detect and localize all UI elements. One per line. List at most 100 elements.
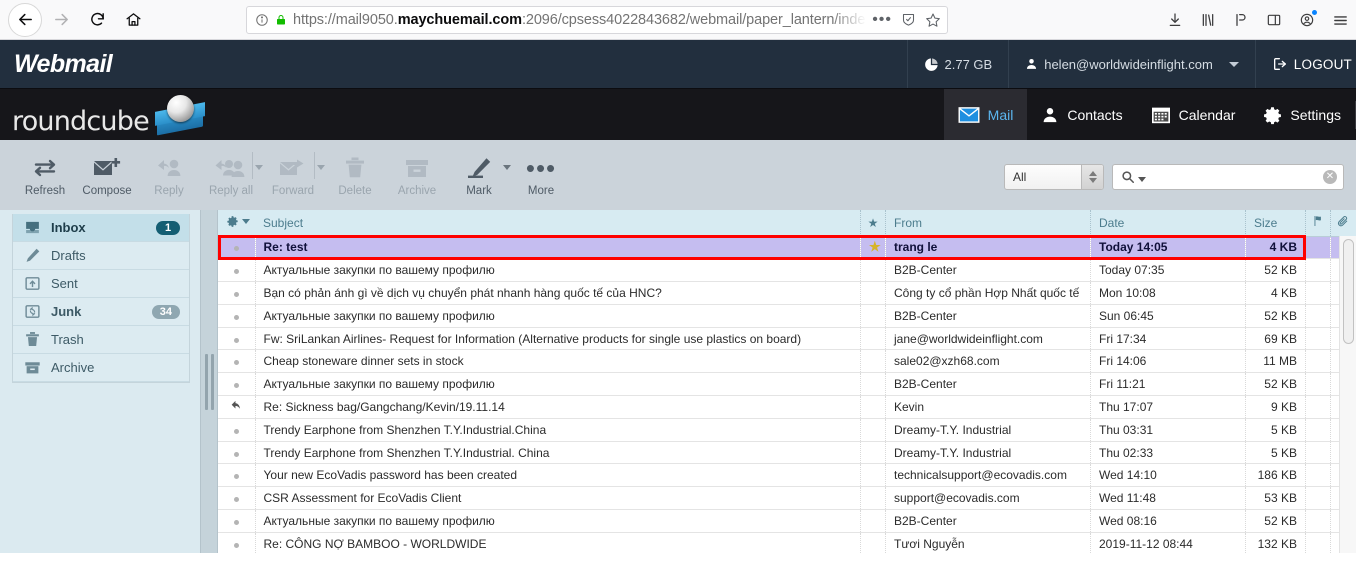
- folder-item-inbox[interactable]: Inbox 1: [13, 214, 189, 242]
- message-flag-cell[interactable]: [1305, 509, 1331, 533]
- message-list-scrollbar[interactable]: [1339, 236, 1356, 553]
- spinner-arrows-icon[interactable]: [1081, 165, 1103, 189]
- reply-button[interactable]: Reply: [138, 146, 200, 197]
- message-subject[interactable]: Trendy Earphone from Shenzhen T.Y.Indust…: [255, 441, 861, 465]
- forward-button[interactable]: Forward: [262, 146, 325, 197]
- message-star-cell[interactable]: ★: [860, 236, 886, 260]
- message-flag-cell[interactable]: [1305, 463, 1331, 488]
- info-icon[interactable]: [255, 13, 269, 27]
- quota-indicator[interactable]: 2.77 GB: [906, 40, 1009, 88]
- column-date[interactable]: Date: [1090, 210, 1246, 237]
- sidebar-splitter[interactable]: [200, 210, 218, 553]
- message-row[interactable]: Re: test ★ trang le Today 14:05 4 KB: [218, 236, 1356, 260]
- message-row[interactable]: Trendy Earphone from Shenzhen T.Y.Indust…: [218, 418, 1356, 442]
- folder-item-trash[interactable]: Trash: [13, 326, 189, 354]
- message-star-cell[interactable]: [860, 395, 886, 419]
- message-star-cell[interactable]: [860, 258, 886, 283]
- delete-button[interactable]: Delete: [324, 146, 386, 197]
- home-icon[interactable]: [116, 3, 150, 37]
- message-subject[interactable]: Актуальные закупки по вашему профилю: [255, 258, 861, 283]
- message-star-cell[interactable]: [860, 441, 886, 465]
- message-subject[interactable]: Your new EcoVadis password has been crea…: [255, 463, 861, 488]
- message-flag-cell[interactable]: [1305, 304, 1331, 328]
- forward-arrow-icon[interactable]: [44, 3, 78, 37]
- message-flag-cell[interactable]: [1305, 372, 1331, 397]
- library-icon[interactable]: [1198, 10, 1218, 30]
- message-row[interactable]: Актуальные закупки по вашему профилю B2B-…: [218, 258, 1356, 283]
- message-subject[interactable]: Re: CÔNG NỢ BAMBOO - WORLDWIDE: [255, 532, 861, 553]
- pocket-icon[interactable]: [1231, 10, 1251, 30]
- message-row[interactable]: Re: CÔNG NỢ BAMBOO - WORLDWIDE Tươi Nguyễ…: [218, 532, 1356, 553]
- star-icon[interactable]: ★: [869, 239, 881, 254]
- message-subject[interactable]: Актуальные закупки по вашему профилю: [255, 372, 861, 397]
- clear-search-icon[interactable]: ✕: [1323, 170, 1337, 184]
- hamburger-menu-icon[interactable]: [1330, 10, 1350, 30]
- message-subject[interactable]: Актуальные закупки по вашему профилю: [255, 509, 861, 533]
- column-size[interactable]: Size: [1245, 210, 1306, 237]
- account-icon[interactable]: [1297, 10, 1317, 30]
- mark-button[interactable]: Mark: [448, 146, 511, 197]
- message-row[interactable]: Fw: SriLankan Airlines- Request for Info…: [218, 327, 1356, 351]
- chevron-down-icon[interactable]: [1138, 177, 1146, 182]
- column-subject[interactable]: Subject: [255, 210, 861, 237]
- message-subject[interactable]: Fw: SriLankan Airlines- Request for Info…: [255, 327, 861, 351]
- message-flag-cell[interactable]: [1305, 395, 1331, 419]
- search-input[interactable]: [1149, 170, 1337, 184]
- list-options-button[interactable]: [218, 210, 255, 237]
- column-attachment[interactable]: [1330, 210, 1356, 237]
- tab-contacts[interactable]: Contacts: [1027, 89, 1136, 141]
- message-subject[interactable]: Trendy Earphone from Shenzhen T.Y.Indust…: [255, 418, 861, 442]
- message-flag-cell[interactable]: [1305, 418, 1331, 442]
- message-subject[interactable]: Bạn có phản ánh gì về dịch vụ chuyển phá…: [255, 281, 861, 305]
- tab-mail[interactable]: Mail: [943, 89, 1028, 141]
- message-flag-cell[interactable]: [1305, 281, 1331, 305]
- message-star-cell[interactable]: [860, 349, 886, 374]
- reload-icon[interactable]: [80, 3, 114, 37]
- message-row[interactable]: Актуальные закупки по вашему профилю B2B-…: [218, 509, 1356, 533]
- message-row[interactable]: CSR Assessment for EcoVadis Client suppor…: [218, 486, 1356, 511]
- reader-mode-icon[interactable]: [901, 12, 916, 27]
- message-star-cell[interactable]: [860, 418, 886, 442]
- message-flag-cell[interactable]: [1305, 532, 1331, 553]
- column-from[interactable]: From: [885, 210, 1091, 237]
- search-scope-select[interactable]: All: [1004, 164, 1104, 190]
- message-star-cell[interactable]: [860, 372, 886, 397]
- column-star[interactable]: ★: [860, 210, 886, 237]
- reply-all-button[interactable]: Reply all: [200, 146, 263, 197]
- message-star-cell[interactable]: [860, 532, 886, 553]
- bookmark-star-icon[interactable]: [925, 12, 941, 28]
- message-row[interactable]: Trendy Earphone from Shenzhen T.Y.Indust…: [218, 441, 1356, 465]
- message-subject[interactable]: Cheap stoneware dinner sets in stock: [255, 349, 861, 374]
- message-star-cell[interactable]: [860, 281, 886, 305]
- message-row[interactable]: Your new EcoVadis password has been crea…: [218, 463, 1356, 488]
- message-row[interactable]: Актуальные закупки по вашему профилю B2B-…: [218, 372, 1356, 397]
- search-box[interactable]: ✕: [1112, 164, 1344, 190]
- message-row[interactable]: Bạn có phản ánh gì về dịch vụ chuyển phá…: [218, 281, 1356, 305]
- search-icon[interactable]: [1121, 170, 1135, 184]
- message-subject[interactable]: Re: Sickness bag/Gangchang/Kevin/19.11.1…: [255, 395, 861, 419]
- folder-item-sent[interactable]: Sent: [13, 270, 189, 298]
- message-star-cell[interactable]: [860, 463, 886, 488]
- folder-item-archive[interactable]: Archive: [13, 354, 189, 382]
- message-flag-cell[interactable]: [1305, 236, 1331, 260]
- message-star-cell[interactable]: [860, 304, 886, 328]
- sidebar-icon[interactable]: [1264, 10, 1284, 30]
- ellipsis-icon[interactable]: •••: [872, 11, 892, 27]
- message-row[interactable]: Cheap stoneware dinner sets in stock sale…: [218, 349, 1356, 374]
- message-subject[interactable]: CSR Assessment for EcoVadis Client: [255, 486, 861, 511]
- message-row[interactable]: Актуальные закупки по вашему профилю B2B-…: [218, 304, 1356, 328]
- archive-button[interactable]: Archive: [386, 146, 448, 197]
- tab-settings[interactable]: Settings: [1249, 89, 1355, 141]
- logout-button[interactable]: LOGOUT: [1254, 40, 1356, 88]
- message-subject[interactable]: Re: test: [255, 236, 861, 260]
- address-bar[interactable]: https://mail9050.maychuemail.com:2096/cp…: [246, 5, 948, 34]
- back-arrow-icon[interactable]: [8, 2, 42, 37]
- compose-button[interactable]: Compose: [76, 146, 138, 197]
- account-menu[interactable]: helen@worldwideinflight.com: [1008, 40, 1255, 88]
- folder-item-drafts[interactable]: Drafts: [13, 242, 189, 270]
- chevron-down-icon[interactable]: [1228, 61, 1239, 67]
- message-subject[interactable]: Актуальные закупки по вашему профилю: [255, 304, 861, 328]
- message-flag-cell[interactable]: [1305, 349, 1331, 374]
- column-flag[interactable]: [1305, 210, 1331, 237]
- scrollbar-thumb[interactable]: [1343, 239, 1354, 344]
